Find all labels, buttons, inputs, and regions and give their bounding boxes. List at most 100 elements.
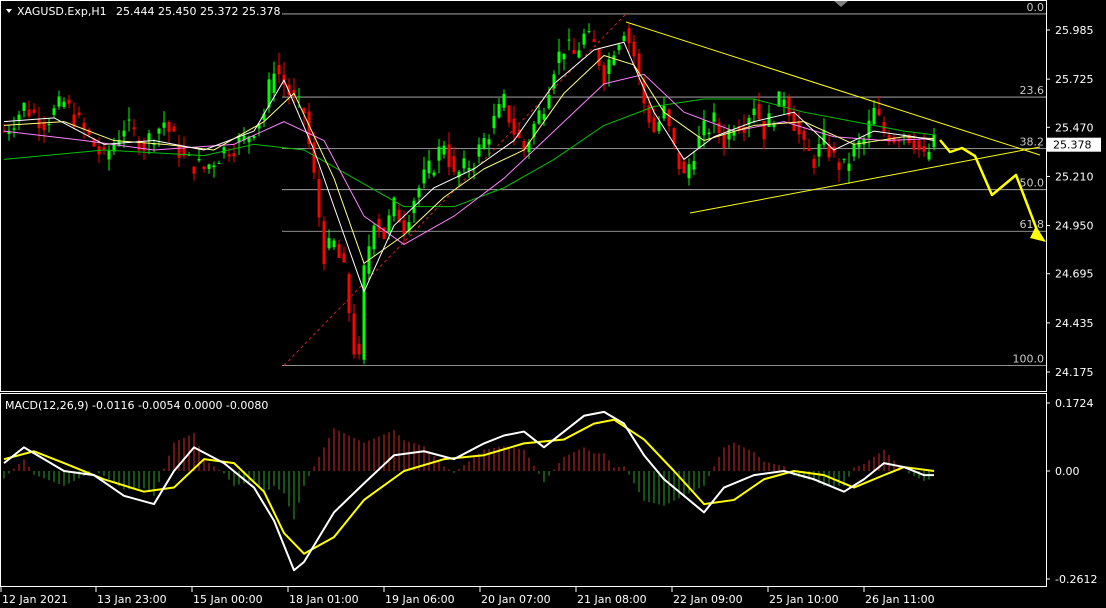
candle-body: [162, 122, 166, 128]
candle-body: [27, 109, 31, 117]
candle-body: [657, 121, 661, 132]
candle-body: [482, 138, 486, 149]
candle-body: [167, 121, 171, 132]
candle-body: [507, 105, 511, 123]
chart-shift-marker-icon[interactable]: [834, 1, 848, 7]
candle-body: [422, 169, 426, 184]
candle-body: [587, 31, 591, 33]
candle-body: [477, 144, 481, 157]
price-tick-label: 25.725: [1055, 73, 1094, 86]
candle-body: [632, 41, 636, 57]
candle-body: [327, 238, 331, 249]
candle-body: [67, 99, 71, 104]
candle-body: [802, 130, 806, 140]
candle-body: [562, 53, 566, 60]
candle-body: [212, 165, 216, 168]
candle-body: [362, 265, 366, 360]
macd-axis: 0.1724 0.00 -0.2612: [1046, 397, 1097, 586]
candle-body: [232, 153, 236, 157]
candle-body: [752, 108, 756, 116]
candle-body: [207, 164, 211, 170]
candle-body: [872, 107, 876, 125]
candle-body: [722, 134, 726, 149]
candle-body: [387, 215, 391, 233]
candle-body: [582, 33, 586, 45]
candle-body: [332, 240, 336, 248]
candle-body: [17, 114, 21, 120]
candle-body: [442, 145, 446, 155]
candle-body: [547, 95, 551, 109]
candle-body: [47, 123, 51, 126]
candle-body: [22, 102, 26, 111]
candle-body: [717, 122, 721, 134]
candle-body: [297, 96, 301, 98]
candle-body: [617, 44, 621, 51]
candle-body: [612, 55, 616, 65]
candle-body: [552, 74, 556, 89]
macd-tick-label: 0.00: [1055, 465, 1080, 478]
candle-body: [497, 103, 501, 118]
candle-body: [862, 139, 866, 145]
candle-body: [347, 274, 351, 314]
time-tick-label: 26 Jan 11:00: [865, 593, 935, 606]
candle-body: [272, 73, 276, 93]
candle-body: [757, 103, 761, 120]
candle-body: [352, 313, 356, 355]
candle-body: [652, 117, 656, 132]
macd-tick-label: -0.2612: [1055, 573, 1097, 586]
candlesticks: [2, 23, 936, 365]
time-tick-label: 21 Jan 08:00: [577, 593, 647, 606]
time-tick-label: 25 Jan 10:00: [769, 593, 839, 606]
price-tick-label: 24.175: [1055, 366, 1094, 379]
candle-body: [842, 158, 846, 160]
time-tick-label: 18 Jan 01:00: [289, 593, 359, 606]
candle-body: [712, 112, 716, 122]
candle-body: [197, 159, 201, 161]
price-chart[interactable]: XAGUSD.Exp,H1 25.444 25.450 25.372 25.37…: [0, 0, 1106, 608]
candle-body: [702, 120, 706, 136]
current-price-label: 25.378: [1053, 139, 1092, 152]
candle-body: [577, 50, 581, 58]
candle-body: [432, 172, 436, 176]
trendlines[interactable]: [625, 21, 1046, 242]
candle-body: [572, 49, 576, 54]
price-tick-label: 24.695: [1055, 268, 1094, 281]
candle-body: [667, 109, 671, 126]
candle-body: [317, 178, 321, 218]
candle-body: [822, 129, 826, 145]
time-tick-label: 15 Jan 00:00: [193, 593, 263, 606]
candle-body: [357, 343, 361, 355]
macd-label: MACD(12,26,9) -0.0116 -0.0054 0.0000 -0.…: [5, 399, 268, 412]
candle-body: [157, 128, 161, 134]
candle-body: [592, 39, 596, 42]
macd-indicator: [3, 410, 935, 572]
time-tick-label: 22 Jan 09:00: [673, 593, 743, 606]
fibonacci-retracement[interactable]: 0.0 23.6 38.2 50.0 61.8 100.0: [282, 1, 1046, 366]
candle-body: [427, 160, 431, 174]
fib-level-label: 100.0: [1013, 352, 1045, 365]
candle-body: [402, 220, 406, 235]
candle-body: [917, 140, 921, 150]
candle-body: [622, 35, 626, 42]
candle-body: [62, 101, 66, 107]
symbol-label: XAGUSD.Exp,H1: [17, 5, 107, 18]
price-tick-label: 25.985: [1055, 24, 1094, 37]
fib-level-label: 0.0: [1027, 1, 1045, 14]
dropdown-triangle-icon[interactable]: [6, 9, 12, 13]
fib-level-label: 23.6: [1020, 84, 1045, 97]
candle-body: [32, 109, 36, 113]
candle-body: [202, 166, 206, 170]
main-panel-border: [0, 0, 1047, 392]
candle-body: [502, 93, 506, 108]
candle-body: [377, 218, 381, 232]
candle-body: [557, 51, 561, 64]
candle-body: [417, 187, 421, 198]
time-tick-label: 20 Jan 07:00: [481, 593, 551, 606]
time-tick-label: 13 Jan 23:00: [97, 593, 167, 606]
candle-body: [342, 253, 346, 263]
candle-body: [372, 225, 376, 250]
candle-body: [102, 147, 106, 150]
candle-body: [797, 120, 801, 135]
lower-trendline[interactable]: [689, 146, 1041, 214]
candle-body: [447, 144, 451, 168]
